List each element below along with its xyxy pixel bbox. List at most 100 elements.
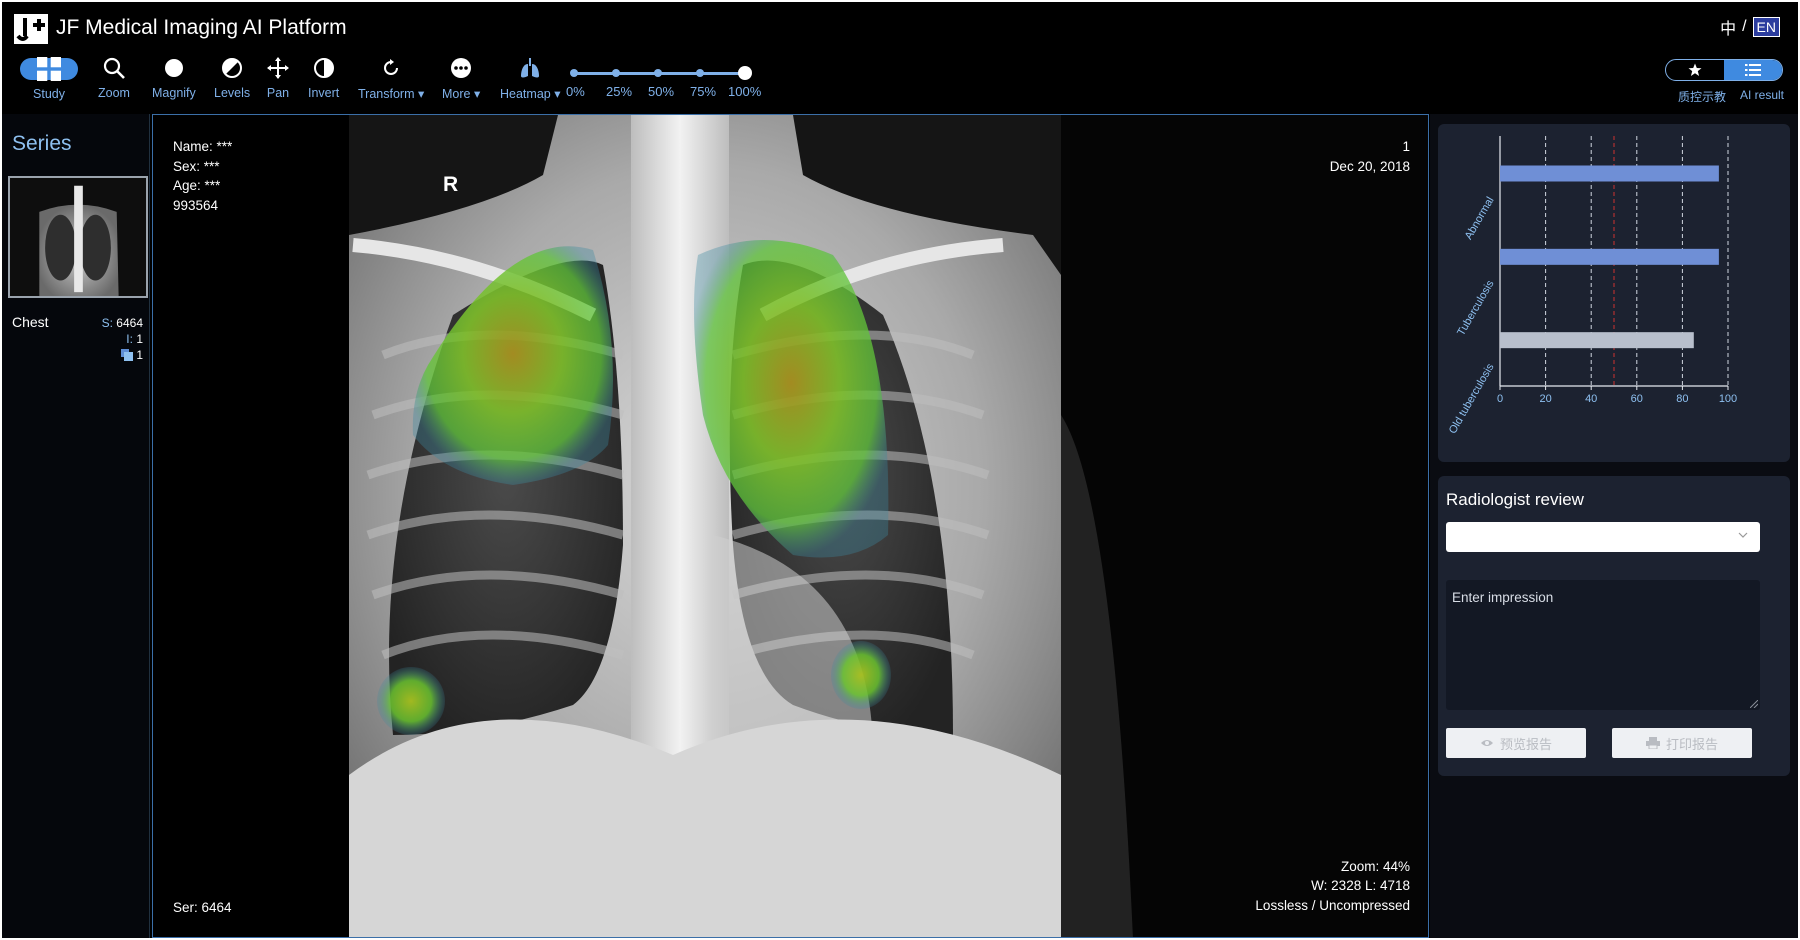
patient-info: Name: *** Sex: *** Age: *** 993564: [173, 137, 232, 215]
series-s-value: 6464: [116, 316, 143, 330]
review-title: Radiologist review: [1446, 490, 1584, 509]
impression-placeholder: Enter impression: [1452, 590, 1554, 605]
image-number: 1: [1402, 139, 1410, 154]
slider-tick: [612, 69, 620, 77]
series-i-value: 1: [136, 332, 143, 346]
pan-button[interactable]: Pan: [266, 56, 290, 100]
chart-category-label: Abnormal: [1463, 195, 1497, 242]
invert-button[interactable]: Invert: [308, 56, 339, 100]
chart-bar: [1500, 248, 1719, 265]
preview-report-button[interactable]: 预览报告: [1446, 728, 1586, 758]
view-toggle-labels: 质控示教 AI result: [1678, 88, 1784, 105]
magnify-label: Magnify: [152, 86, 196, 100]
display-info: Zoom: 44% W: 2328 L: 4718 Lossless / Unc…: [1255, 857, 1410, 916]
chart-x-tick-label: 0: [1497, 393, 1503, 405]
levels-button[interactable]: Levels: [214, 56, 250, 100]
lang-zh-option[interactable]: 中: [1720, 15, 1736, 39]
chart-bar: [1500, 165, 1719, 182]
impression-textarea[interactable]: Enter impression: [1446, 580, 1760, 710]
printer-icon: [1645, 737, 1660, 749]
zoom-label: Zoom: [98, 86, 130, 100]
series-number: Ser: 6464: [173, 900, 232, 915]
series-i-label: I:: [126, 332, 133, 346]
chart-x-tick-label: 80: [1676, 393, 1688, 405]
grid-icon: [20, 57, 78, 81]
radiologist-review-card: Radiologist review Enter impression 预览报告…: [1438, 476, 1790, 776]
study-info: 1 Dec 20, 2018: [1330, 137, 1410, 176]
ai-result-chart-card: 0 20 40 60 80 100 Abnormal Tuberculosis Old tube…: [1438, 124, 1790, 462]
teaching-view-label: 质控示教: [1677, 90, 1726, 104]
circle-icon: [164, 59, 183, 77]
invert-icon: [313, 58, 334, 78]
invert-label: Invert: [308, 86, 340, 100]
toolbar: Study Zoom Magnify Levels Pan Invert Tra…: [2, 52, 1798, 106]
chart-x-tick-label: 40: [1585, 393, 1597, 405]
lang-en-option[interactable]: EN: [1752, 17, 1780, 37]
chevron-down-icon: [1738, 532, 1748, 538]
series-s-label: S:: [101, 316, 113, 330]
view-toggle: [1665, 59, 1783, 81]
list-icon: [1745, 64, 1761, 76]
chart-x-tick-label: 100: [1719, 393, 1737, 405]
slider-label: 100%: [728, 84, 762, 99]
more-label: More ▾: [442, 87, 481, 101]
patient-id: 993564: [173, 197, 219, 213]
eye-icon: [1480, 740, 1493, 746]
transform-button[interactable]: Transform ▾: [358, 56, 424, 101]
chest-xray-thumbnail: [10, 178, 146, 296]
app-title: JF Medical Imaging AI Platform: [56, 16, 347, 39]
chart-x-tick-label: 60: [1631, 393, 1643, 405]
patient-sex: Sex: ***: [173, 158, 220, 174]
slider-label: 75%: [690, 84, 717, 99]
more-button[interactable]: More ▾: [442, 56, 480, 101]
slider-tick: [570, 69, 578, 77]
rotate-icon: [384, 59, 399, 75]
transform-label: Transform ▾: [358, 87, 425, 101]
lungs-icon: [521, 58, 540, 78]
zoom-button[interactable]: Zoom: [98, 56, 130, 100]
window-level: W: 2328 L: 4718: [1311, 878, 1410, 893]
preview-report-label: 预览报告: [1499, 736, 1552, 752]
image-viewer[interactable]: Name: *** Sex: *** Age: *** 993564 R 1 D…: [152, 114, 1429, 938]
more-icon: [451, 58, 472, 78]
ai-result-view-toggle[interactable]: [1724, 60, 1782, 80]
review-select[interactable]: [1446, 522, 1760, 552]
ai-result-bar-chart: 0 20 40 60 80 100 Abnormal Tuberculosis Old tube…: [1447, 136, 1737, 436]
slider-thumb[interactable]: [738, 66, 752, 80]
move-icon: [267, 57, 289, 79]
patient-name: Name: ***: [173, 139, 233, 154]
heatmap-button[interactable]: Heatmap ▾: [500, 56, 560, 101]
slider-tick: [654, 69, 662, 77]
study-label: Study: [33, 87, 65, 101]
slider-label: 50%: [648, 84, 675, 99]
chart-bar: [1500, 332, 1694, 349]
pan-label: Pan: [266, 86, 290, 100]
print-report-button[interactable]: 打印报告: [1612, 728, 1752, 758]
resize-handle-icon[interactable]: [1750, 700, 1758, 708]
app-window: JF Medical Imaging AI Platform 中 / EN St…: [2, 2, 1798, 938]
logo-icon: [14, 14, 48, 44]
language-switch: 中 / EN: [1720, 15, 1780, 39]
teaching-view-toggle[interactable]: [1666, 60, 1724, 80]
lang-separator: /: [1742, 18, 1747, 35]
patient-age: Age: ***: [173, 178, 221, 193]
search-icon: [103, 57, 125, 79]
series-meta: S: 6464 I: 1 1: [102, 315, 143, 363]
chest-xray-image: [153, 115, 1428, 937]
chart-category-label: Tuberculosis: [1455, 278, 1497, 338]
stack-icon: [121, 349, 134, 361]
orientation-marker: R: [443, 173, 459, 196]
study-button[interactable]: Study: [20, 56, 78, 101]
heatmap-label: Heatmap ▾: [500, 87, 561, 101]
slider-label: 25%: [606, 84, 633, 99]
magnify-button[interactable]: Magnify: [152, 56, 196, 100]
study-date: Dec 20, 2018: [1329, 158, 1410, 174]
star-icon: [1688, 63, 1702, 76]
slider-label: 0%: [566, 84, 585, 99]
print-report-label: 打印报告: [1665, 736, 1718, 752]
title-bar: JF Medical Imaging AI Platform 中 / EN: [2, 2, 1798, 52]
series-panel: Series Chest S: 6464 I: 1 1: [2, 114, 150, 938]
series-name: Chest: [12, 314, 49, 330]
series-thumbnail[interactable]: [8, 176, 148, 298]
slider-tick: [696, 69, 704, 77]
